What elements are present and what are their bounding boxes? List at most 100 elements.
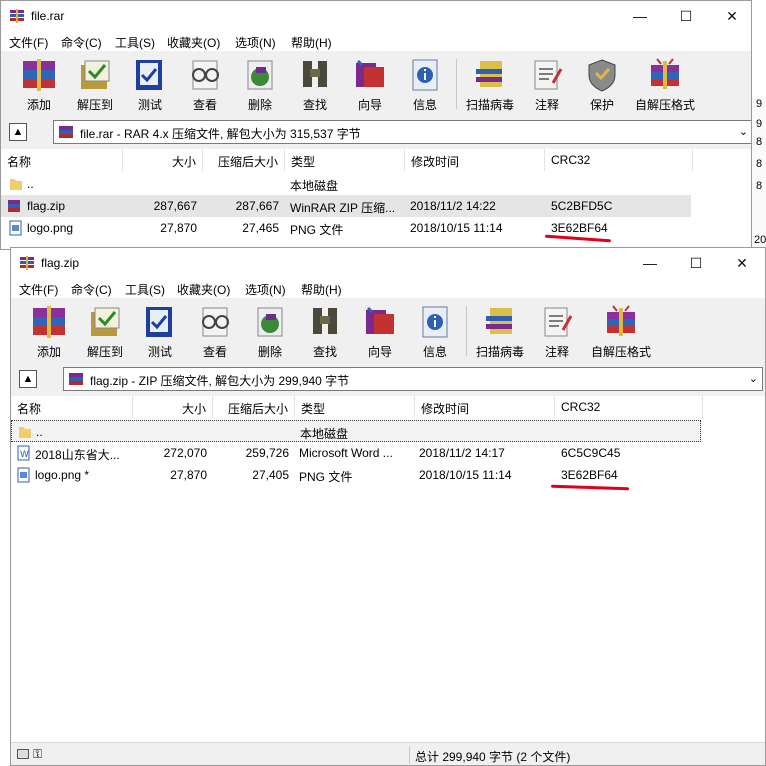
test-icon [146, 307, 172, 337]
menu-tools[interactable]: 工具(S) [125, 281, 165, 298]
col-packed[interactable]: 压缩后大小 [203, 149, 285, 171]
menu-help[interactable]: 帮助(H) [291, 34, 332, 51]
col-crc[interactable]: CRC32 [555, 396, 703, 418]
chevron-down-icon[interactable]: ⌄ [739, 125, 748, 138]
table-row[interactable]: logo.png 27,870 27,465 PNG 文件 2018/10/15… [1, 217, 751, 239]
protect-shield-icon [588, 59, 616, 92]
back-title-bar[interactable]: file.rar — ☐ ✕ [1, 1, 751, 31]
close-button[interactable]: ✕ [719, 248, 765, 278]
up-folder-button[interactable]: ▲ [19, 370, 37, 388]
comment-button[interactable]: 注释 [529, 302, 585, 360]
extract-icon [81, 60, 110, 89]
col-modified[interactable]: 修改时间 [415, 396, 555, 418]
wizard-button[interactable]: 向导 [352, 302, 408, 360]
scan-virus-button[interactable]: 扫描病毒 [462, 55, 518, 113]
row-modified: 2018/10/15 11:14 [419, 468, 512, 482]
info-icon [422, 306, 448, 338]
row-modified: 2018/11/2 14:22 [410, 199, 496, 213]
menu-command[interactable]: 命令(C) [71, 281, 112, 298]
table-row[interactable]: flag.zip 287,667 287,667 WinRAR ZIP 压缩..… [1, 195, 691, 217]
menu-favorites[interactable]: 收藏夹(O) [177, 281, 230, 298]
status-bar: ⚿ 总计 299,940 字节 (2 个文件) [11, 742, 765, 765]
test-icon [136, 60, 162, 90]
menu-favorites[interactable]: 收藏夹(O) [167, 34, 220, 51]
maximize-button[interactable]: ☐ [663, 1, 709, 31]
table-row[interactable]: W 2018山东省大... 272,070 259,726 Microsoft … [11, 442, 765, 464]
col-type[interactable]: 类型 [295, 396, 415, 418]
comment-label: 注释 [544, 345, 569, 359]
extract-to-button[interactable]: 解压到 [77, 302, 133, 360]
delete-button[interactable]: 删除 [232, 55, 288, 113]
wizard-icon [356, 59, 384, 87]
wizard-button[interactable]: 向导 [342, 55, 398, 113]
view-button[interactable]: 查看 [177, 55, 233, 113]
comment-button[interactable]: 注释 [519, 55, 575, 113]
view-glasses-icon [192, 60, 219, 90]
word-doc-icon: W [17, 445, 30, 461]
back-address-bar[interactable]: file.rar - RAR 4.x 压缩文件, 解包大小为 315,537 字… [53, 120, 751, 144]
sfx-button[interactable]: 自解压格式 [591, 302, 651, 360]
minimize-button[interactable]: — [627, 248, 673, 278]
table-row[interactable]: .. 本地磁盘 [1, 173, 751, 195]
add-button[interactable]: 添加 [21, 302, 77, 360]
menu-options[interactable]: 选项(N) [235, 34, 276, 51]
sfx-button[interactable]: 自解压格式 [635, 55, 695, 113]
menu-options[interactable]: 选项(N) [245, 281, 286, 298]
row-type: 本地磁盘 [290, 179, 339, 193]
close-button[interactable]: ✕ [709, 1, 751, 31]
maximize-button[interactable]: ☐ [673, 248, 719, 278]
row-size: 27,870 [170, 468, 207, 482]
png-file-icon [17, 467, 30, 483]
menu-tools[interactable]: 工具(S) [115, 34, 155, 51]
row-modified: 2018/11/2 14:17 [419, 446, 505, 460]
row-crc: 3E62BF64 [551, 221, 608, 235]
info-button[interactable]: 信息 [407, 302, 463, 360]
find-button[interactable]: 查找 [287, 55, 343, 113]
back-address-row: ▲ file.rar - RAR 4.x 压缩文件, 解包大小为 315,537… [1, 117, 751, 147]
col-size[interactable]: 大小 [123, 149, 203, 171]
delete-button[interactable]: 删除 [242, 302, 298, 360]
folder-icon [10, 179, 22, 190]
info-button[interactable]: 信息 [397, 55, 453, 113]
protect-button[interactable]: 保护 [574, 55, 630, 113]
front-title-bar[interactable]: flag.zip — ☐ ✕ [11, 248, 765, 278]
col-modified[interactable]: 修改时间 [405, 149, 545, 171]
col-name[interactable]: 名称 [1, 149, 123, 171]
edge-fragment: 9 [756, 118, 763, 130]
up-arrow-icon: ▲ [22, 373, 34, 385]
extract-to-button[interactable]: 解压到 [67, 55, 123, 113]
col-size[interactable]: 大小 [133, 396, 213, 418]
test-button[interactable]: 测试 [132, 302, 188, 360]
delete-icon [247, 60, 273, 90]
col-name[interactable]: 名称 [11, 396, 133, 418]
menu-help[interactable]: 帮助(H) [301, 281, 342, 298]
edge-fragment: 20 [754, 234, 766, 246]
up-folder-button[interactable]: ▲ [9, 123, 27, 141]
menu-file[interactable]: 文件(F) [9, 34, 48, 51]
find-button[interactable]: 查找 [297, 302, 353, 360]
row-size: 272,070 [163, 446, 207, 460]
row-crc: 3E62BF64 [561, 468, 618, 482]
col-crc[interactable]: CRC32 [545, 149, 693, 171]
table-row[interactable]: logo.png * 27,870 27,405 PNG 文件 2018/10/… [11, 464, 765, 486]
front-address-bar[interactable]: flag.zip - ZIP 压缩文件, 解包大小为 299,940 字节 ⌄ [63, 367, 763, 391]
minimize-button[interactable]: — [617, 1, 663, 31]
view-button[interactable]: 查看 [187, 302, 243, 360]
menu-command[interactable]: 命令(C) [61, 34, 102, 51]
menu-file[interactable]: 文件(F) [19, 281, 58, 298]
row-crc: 5C2BFD5C [551, 199, 613, 213]
add-button[interactable]: 添加 [11, 55, 67, 113]
scan-virus-icon [476, 61, 502, 87]
edge-fragment: 8 [756, 136, 763, 148]
test-button[interactable]: 测试 [122, 55, 178, 113]
scan-virus-button[interactable]: 扫描病毒 [472, 302, 528, 360]
chevron-down-icon[interactable]: ⌄ [749, 372, 758, 385]
table-row[interactable]: .. 本地磁盘 [11, 420, 701, 442]
row-type: 本地磁盘 [300, 427, 349, 441]
scan-virus-icon [486, 308, 512, 334]
status-disk-icon [17, 749, 29, 759]
row-size: 287,667 [153, 199, 197, 213]
col-type[interactable]: 类型 [285, 149, 405, 171]
row-name: .. [27, 177, 34, 191]
col-packed[interactable]: 压缩后大小 [213, 396, 295, 418]
